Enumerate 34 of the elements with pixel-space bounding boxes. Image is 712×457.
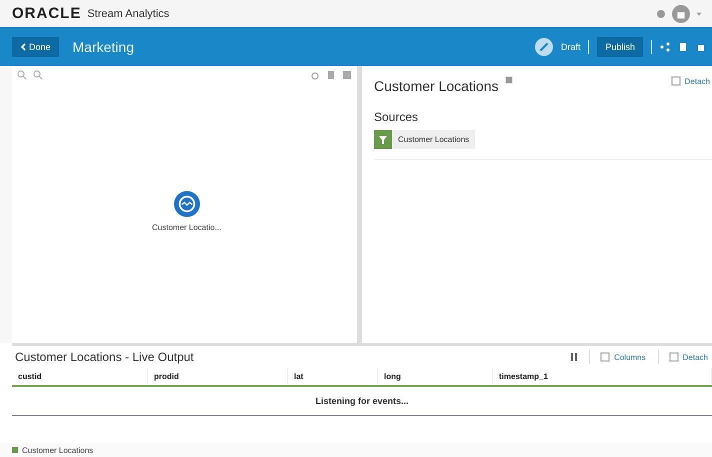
publish-button[interactable]: Publish: [597, 36, 643, 56]
column-header: lat: [288, 368, 378, 385]
column-header: timestamp_1: [493, 368, 712, 385]
columns-icon[interactable]: [600, 352, 610, 362]
zoom-in-icon[interactable]: [17, 70, 27, 80]
node-label: Customer Locatio...: [152, 223, 222, 232]
pencil-icon[interactable]: [534, 38, 553, 56]
stream-node-icon[interactable]: [174, 191, 200, 217]
stage-title: Customer Locations: [374, 78, 499, 94]
draft-status: Draft: [560, 42, 580, 52]
funnel-icon: [378, 134, 388, 144]
status-label: Customer Locations: [22, 446, 94, 454]
done-button[interactable]: Done: [12, 36, 59, 56]
pipeline-title: Marketing: [72, 38, 134, 54]
source-chip[interactable]: Customer Locations: [374, 130, 476, 149]
detach-icon[interactable]: [670, 76, 681, 86]
zoom-out-icon[interactable]: [33, 70, 43, 80]
share-icon[interactable]: [660, 42, 670, 52]
pause-icon[interactable]: [569, 352, 580, 362]
column-header: custid: [12, 368, 148, 385]
chevron-left-icon: [20, 42, 26, 50]
column-header: prodid: [148, 368, 288, 385]
product-name: Stream Analytics: [87, 8, 170, 20]
detach-link[interactable]: Detach: [682, 352, 708, 362]
detach-icon[interactable]: [668, 352, 679, 362]
listening-message: Listening for events...: [12, 387, 712, 416]
sources-heading: Sources: [374, 110, 420, 124]
column-header: long: [378, 368, 493, 385]
output-title: Customer Locations - Live Output: [15, 350, 194, 364]
caret-icon[interactable]: [696, 10, 702, 16]
brand-logo: ORACLE: [12, 5, 82, 22]
columns-link[interactable]: Columns: [614, 352, 646, 362]
detach-link[interactable]: Detach: [684, 76, 710, 86]
user-avatar-icon[interactable]: [672, 4, 690, 22]
